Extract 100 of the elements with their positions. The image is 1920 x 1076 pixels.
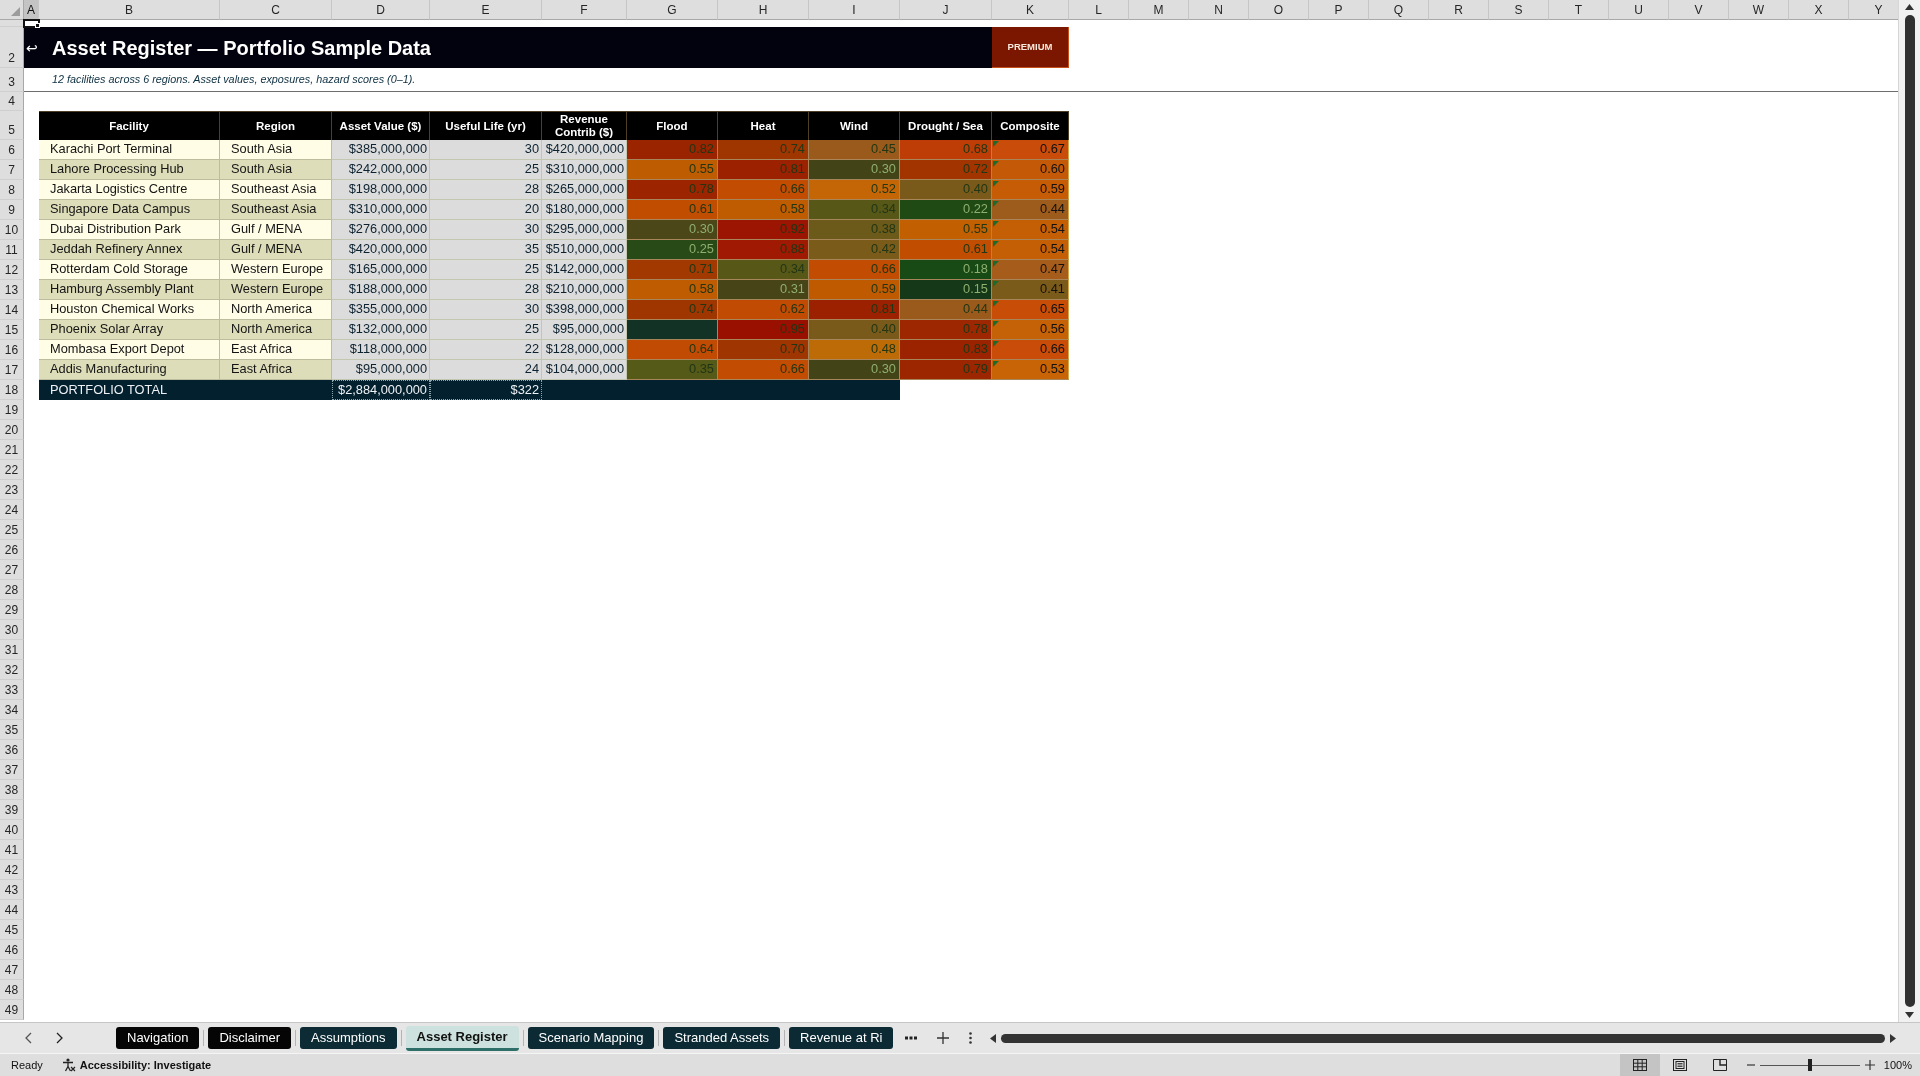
row-header[interactable]: 25 xyxy=(0,520,24,540)
row-header[interactable]: 15 xyxy=(0,320,24,340)
row-header[interactable]: 10 xyxy=(0,220,24,240)
scroll-left-icon[interactable] xyxy=(990,1033,997,1043)
sheet-tab[interactable]: Navigation xyxy=(116,1027,200,1049)
slider-thumb[interactable] xyxy=(1807,1059,1812,1071)
row-header[interactable]: 31 xyxy=(0,640,24,660)
sheet-tab[interactable]: Disclaimer xyxy=(208,1027,292,1049)
row-header[interactable]: 19 xyxy=(0,400,24,420)
accessibility-status[interactable]: Accessibility: Investigate xyxy=(79,1056,212,1074)
back-link[interactable]: ↩ xyxy=(24,40,39,55)
sheet-tab[interactable]: Assumptions xyxy=(300,1027,397,1049)
column-header[interactable]: T xyxy=(1549,0,1609,20)
column-header[interactable]: M xyxy=(1129,0,1189,20)
row-header[interactable]: 4 xyxy=(0,92,24,111)
sheet-tab[interactable]: Stranded Assets xyxy=(663,1027,781,1049)
row-header[interactable]: 44 xyxy=(0,900,24,920)
scroll-right-icon[interactable] xyxy=(1890,1033,1896,1043)
row-header[interactable]: 47 xyxy=(0,960,24,980)
column-header[interactable]: H xyxy=(718,0,809,20)
minus-icon[interactable] xyxy=(1746,1061,1755,1069)
sheet-tab[interactable]: Scenario Mapping xyxy=(527,1027,655,1049)
column-header[interactable]: Y xyxy=(1849,0,1898,20)
column-header[interactable]: O xyxy=(1249,0,1309,20)
column-header[interactable]: A xyxy=(24,0,39,20)
column-header[interactable]: B xyxy=(39,0,220,20)
row-header[interactable]: 33 xyxy=(0,680,24,700)
chevron-right-icon[interactable] xyxy=(56,1032,64,1044)
row-header[interactable]: 9 xyxy=(0,200,24,220)
row-header[interactable]: 7 xyxy=(0,160,24,180)
row-header[interactable]: 2 xyxy=(0,27,24,68)
row-header[interactable]: 37 xyxy=(0,760,24,780)
row-header[interactable]: 42 xyxy=(0,860,24,880)
column-header[interactable]: D xyxy=(332,0,430,20)
row-header[interactable]: 18 xyxy=(0,380,24,400)
column-header[interactable]: I xyxy=(809,0,900,20)
column-header[interactable]: V xyxy=(1669,0,1729,20)
column-header[interactable]: C xyxy=(220,0,332,20)
column-header[interactable]: K xyxy=(992,0,1069,20)
scrollbar-thumb[interactable] xyxy=(1001,1033,1885,1043)
zoom-level[interactable]: 100% xyxy=(1883,1056,1912,1074)
column-header[interactable]: U xyxy=(1609,0,1669,20)
row-header[interactable]: 46 xyxy=(0,940,24,960)
row-header[interactable]: 5 xyxy=(0,111,24,140)
row-header[interactable]: 23 xyxy=(0,480,24,500)
row-header[interactable]: 28 xyxy=(0,580,24,600)
plus-icon[interactable] xyxy=(1864,1060,1875,1070)
row-header[interactable]: 45 xyxy=(0,920,24,940)
column-header[interactable]: R xyxy=(1429,0,1489,20)
view-button[interactable] xyxy=(1619,1054,1660,1076)
row-header[interactable]: 16 xyxy=(0,340,24,360)
row-header[interactable]: 34 xyxy=(0,700,24,720)
scrollbar-thumb[interactable] xyxy=(1904,15,1915,1007)
row-header[interactable]: 26 xyxy=(0,540,24,560)
row-header[interactable] xyxy=(0,20,24,27)
row-header[interactable]: 17 xyxy=(0,360,24,380)
column-header[interactable]: W xyxy=(1729,0,1789,20)
row-header[interactable]: 40 xyxy=(0,820,24,840)
row-header[interactable]: 12 xyxy=(0,260,24,280)
row-header[interactable]: 14 xyxy=(0,300,24,320)
row-header[interactable]: 49 xyxy=(0,1000,24,1020)
vertical-dots-icon[interactable] xyxy=(969,1032,973,1044)
sheet-tab[interactable]: Revenue at Ri xyxy=(789,1027,894,1049)
row-header[interactable]: 24 xyxy=(0,500,24,520)
column-header[interactable]: G xyxy=(627,0,718,20)
row-header[interactable]: 30 xyxy=(0,620,24,640)
row-header[interactable]: 13 xyxy=(0,280,24,300)
column-header[interactable]: N xyxy=(1189,0,1249,20)
row-header[interactable]: 38 xyxy=(0,780,24,800)
row-header[interactable]: 21 xyxy=(0,440,24,460)
scroll-up-icon[interactable] xyxy=(1905,4,1914,10)
row-header[interactable]: 29 xyxy=(0,600,24,620)
accessibility-icon[interactable] xyxy=(61,1058,76,1072)
row-header[interactable]: 8 xyxy=(0,180,24,200)
row-header[interactable]: 39 xyxy=(0,800,24,820)
scroll-down-icon[interactable] xyxy=(1905,1012,1914,1018)
column-header[interactable]: P xyxy=(1309,0,1369,20)
row-header[interactable]: 27 xyxy=(0,560,24,580)
row-header[interactable]: 11 xyxy=(0,240,24,260)
sheet-tab[interactable]: Asset Register xyxy=(405,1025,519,1051)
plus-icon[interactable] xyxy=(937,1032,950,1044)
column-header[interactable]: X xyxy=(1789,0,1849,20)
row-header[interactable]: 32 xyxy=(0,660,24,680)
column-header[interactable]: E xyxy=(430,0,542,20)
column-header[interactable]: Q xyxy=(1369,0,1429,20)
row-header[interactable]: 43 xyxy=(0,880,24,900)
column-header[interactable]: S xyxy=(1489,0,1549,20)
row-header[interactable]: 3 xyxy=(0,68,24,92)
row-header[interactable]: 20 xyxy=(0,420,24,440)
chevron-left-icon[interactable] xyxy=(24,1032,32,1044)
row-header[interactable]: 48 xyxy=(0,980,24,1000)
row-header[interactable]: 35 xyxy=(0,720,24,740)
row-header[interactable]: 22 xyxy=(0,460,24,480)
column-header[interactable]: L xyxy=(1069,0,1129,20)
row-header[interactable]: 36 xyxy=(0,740,24,760)
row-header[interactable]: 41 xyxy=(0,840,24,860)
row-header[interactable]: 6 xyxy=(0,140,24,160)
ellipsis-icon[interactable] xyxy=(905,1036,918,1040)
column-header[interactable]: J xyxy=(900,0,992,20)
column-header[interactable]: F xyxy=(542,0,627,20)
